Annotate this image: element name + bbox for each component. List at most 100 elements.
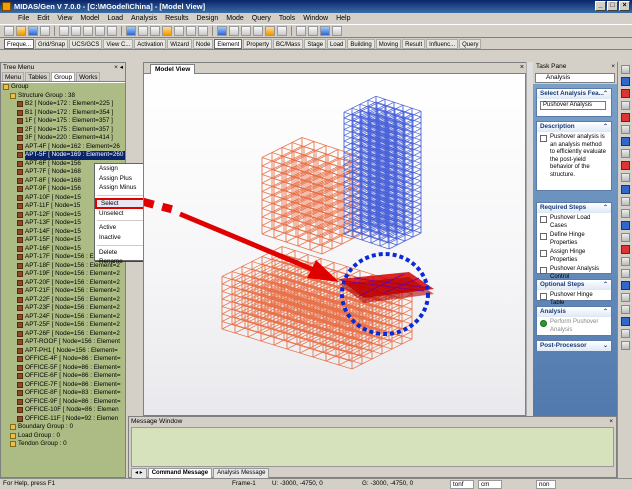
- menu-design[interactable]: Design: [192, 13, 222, 24]
- menu-item-unselect[interactable]: Unselect: [95, 209, 149, 219]
- collapse-icon[interactable]: ⌃: [603, 307, 608, 317]
- unselect-icon[interactable]: [253, 26, 263, 36]
- tab-works[interactable]: Works: [76, 72, 101, 81]
- tab-group[interactable]: Group: [51, 72, 76, 81]
- tool-icon[interactable]: [620, 281, 630, 290]
- tree-row[interactable]: Group: [1, 83, 125, 92]
- menu-item-assign[interactable]: Assign: [95, 164, 149, 174]
- tree-row[interactable]: APT-ROOF [ Node=156 : Element: [1, 338, 125, 347]
- tool-icon[interactable]: [620, 77, 630, 86]
- tab-building[interactable]: Building: [347, 38, 375, 49]
- tree-row[interactable]: 2F [ Node=175 : Element=357 ]: [1, 126, 125, 135]
- zoom-fit-icon[interactable]: [126, 26, 136, 36]
- menu-item-delete[interactable]: Delete: [95, 248, 149, 258]
- menu-help[interactable]: Help: [332, 13, 354, 24]
- maximize-button[interactable]: □: [607, 1, 618, 11]
- menu-edit[interactable]: Edit: [33, 13, 53, 24]
- tab-bc-mass[interactable]: BC/Mass: [273, 38, 304, 49]
- tab-tables[interactable]: Tables: [25, 72, 51, 81]
- tool-icon[interactable]: [620, 185, 630, 194]
- tree-row[interactable]: APT-22F [ Node=156 : Element=2: [1, 296, 125, 305]
- tree-row[interactable]: OFFICE-9F [ Node=86 : Element=: [1, 398, 125, 407]
- tree-row[interactable]: OFFICE-11F [ Node=92 : Elemen: [1, 415, 125, 424]
- tool-icon[interactable]: [620, 197, 630, 206]
- tree-row[interactable]: APT-PH1 [ Node=156 : Element=: [1, 347, 125, 356]
- print-icon[interactable]: [40, 26, 50, 36]
- tree-row[interactable]: B1 [ Node=172 : Element=354 ]: [1, 109, 125, 118]
- select-icon[interactable]: [241, 26, 251, 36]
- tab-influence[interactable]: Influenc...: [426, 38, 459, 49]
- tool-icon[interactable]: [620, 329, 630, 338]
- tool-icon[interactable]: [620, 149, 630, 158]
- menu-file[interactable]: File: [14, 13, 33, 24]
- tab-model-view[interactable]: Model View: [150, 64, 196, 74]
- tab-wizard[interactable]: Wizard: [167, 38, 192, 49]
- tree-row[interactable]: OFFICE-10F [ Node=86 : Elemen: [1, 406, 125, 415]
- close-icon[interactable]: ×: [520, 64, 524, 71]
- tool-icon[interactable]: [620, 161, 630, 170]
- tree-row[interactable]: APT-21F [ Node=156 : Element=2: [1, 287, 125, 296]
- tab-moving[interactable]: Moving: [375, 38, 402, 49]
- tree-row[interactable]: APT-25F [ Node=156 : Element=2: [1, 321, 125, 330]
- analysis-select[interactable]: Pushover Analysis: [540, 101, 606, 110]
- tab-grid-snap[interactable]: Grid/Snap: [35, 38, 69, 49]
- menu-item-active[interactable]: Active: [95, 223, 149, 233]
- menu-mode[interactable]: Mode: [222, 13, 248, 24]
- message-area[interactable]: [131, 427, 614, 467]
- tool-icon[interactable]: [620, 221, 630, 230]
- section-header[interactable]: Optional Steps ⌃: [537, 280, 611, 290]
- tab-analysis-message[interactable]: Analysis Message: [213, 467, 270, 479]
- property-icon[interactable]: [320, 26, 330, 36]
- tab-frequent[interactable]: Freque...: [4, 38, 35, 49]
- tool-icon[interactable]: [620, 113, 630, 122]
- tab-result[interactable]: Result: [402, 38, 426, 49]
- menu-model[interactable]: Model: [76, 13, 103, 24]
- tree-row[interactable]: 1F [ Node=175 : Element=357 ]: [1, 117, 125, 126]
- tree-row[interactable]: APT-23F [ Node=156 : Element=2: [1, 304, 125, 313]
- tab-query[interactable]: Query: [459, 38, 482, 49]
- tool-icon[interactable]: [620, 245, 630, 254]
- tab-command-message[interactable]: Command Message: [147, 467, 213, 479]
- menu-item-inactive[interactable]: Inactive: [95, 233, 149, 243]
- collapse-icon[interactable]: ⌃: [603, 89, 608, 99]
- menu-item-select[interactable]: Select: [95, 197, 149, 209]
- tree-row[interactable]: APT-26F [ Node=156 : Element=2: [1, 330, 125, 339]
- inactivate-icon[interactable]: [277, 26, 287, 36]
- tool-icon[interactable]: [620, 137, 630, 146]
- step-link[interactable]: Assign Hinge Properties: [540, 249, 608, 264]
- node-icon[interactable]: [296, 26, 306, 36]
- section-header[interactable]: Post-Processor ⌄: [537, 341, 611, 351]
- step-link[interactable]: Pushover Load Cases: [540, 215, 608, 230]
- close-icon[interactable]: × ◂: [114, 63, 123, 72]
- tree-row[interactable]: OFFICE-5F [ Node=86 : Element=: [1, 364, 125, 373]
- tree-row[interactable]: OFFICE-6F [ Node=86 : Element=: [1, 372, 125, 381]
- tab-ucs-gcs[interactable]: UCS/GCS: [69, 38, 103, 49]
- tree-row[interactable]: Boundary Group : 0: [1, 423, 125, 432]
- section-header[interactable]: Select Analysis Fea... ⌃: [537, 89, 611, 99]
- undo-icon[interactable]: [95, 26, 105, 36]
- perform-analysis-link[interactable]: Perform Pushover Analysis: [540, 319, 608, 334]
- tab-load[interactable]: Load: [327, 38, 347, 49]
- step-link[interactable]: Define Hinge Properties: [540, 232, 608, 247]
- collapse-icon[interactable]: ⌃: [603, 280, 608, 290]
- nav-arrows-icon[interactable]: ◂ ▸: [131, 467, 147, 479]
- tree-row[interactable]: APT-5F [ Node=169 : Element=260 ]: [1, 151, 125, 160]
- tool-icon[interactable]: [620, 341, 630, 350]
- tool-icon[interactable]: [620, 293, 630, 302]
- section-header[interactable]: Required Steps ⌃: [537, 203, 611, 213]
- zoom-window-icon[interactable]: [138, 26, 148, 36]
- tool-icon[interactable]: [620, 173, 630, 182]
- hidden-icon[interactable]: [217, 26, 227, 36]
- tool-icon[interactable]: [620, 269, 630, 278]
- model-canvas[interactable]: [135, 74, 525, 415]
- section-header[interactable]: Analysis ⌃: [537, 307, 611, 317]
- pan-icon[interactable]: [150, 26, 160, 36]
- tab-node[interactable]: Node: [192, 38, 214, 49]
- length-unit-select[interactable]: cm: [478, 480, 502, 489]
- rotate-icon[interactable]: [162, 26, 172, 36]
- tree-row[interactable]: APT-19F [ Node=156 : Element=2: [1, 270, 125, 279]
- tool-icon[interactable]: [620, 89, 630, 98]
- tree-row[interactable]: Structure Group : 38: [1, 92, 125, 101]
- tree-row[interactable]: OFFICE-4F [ Node=86 : Element=: [1, 355, 125, 364]
- close-icon[interactable]: ×: [609, 417, 613, 426]
